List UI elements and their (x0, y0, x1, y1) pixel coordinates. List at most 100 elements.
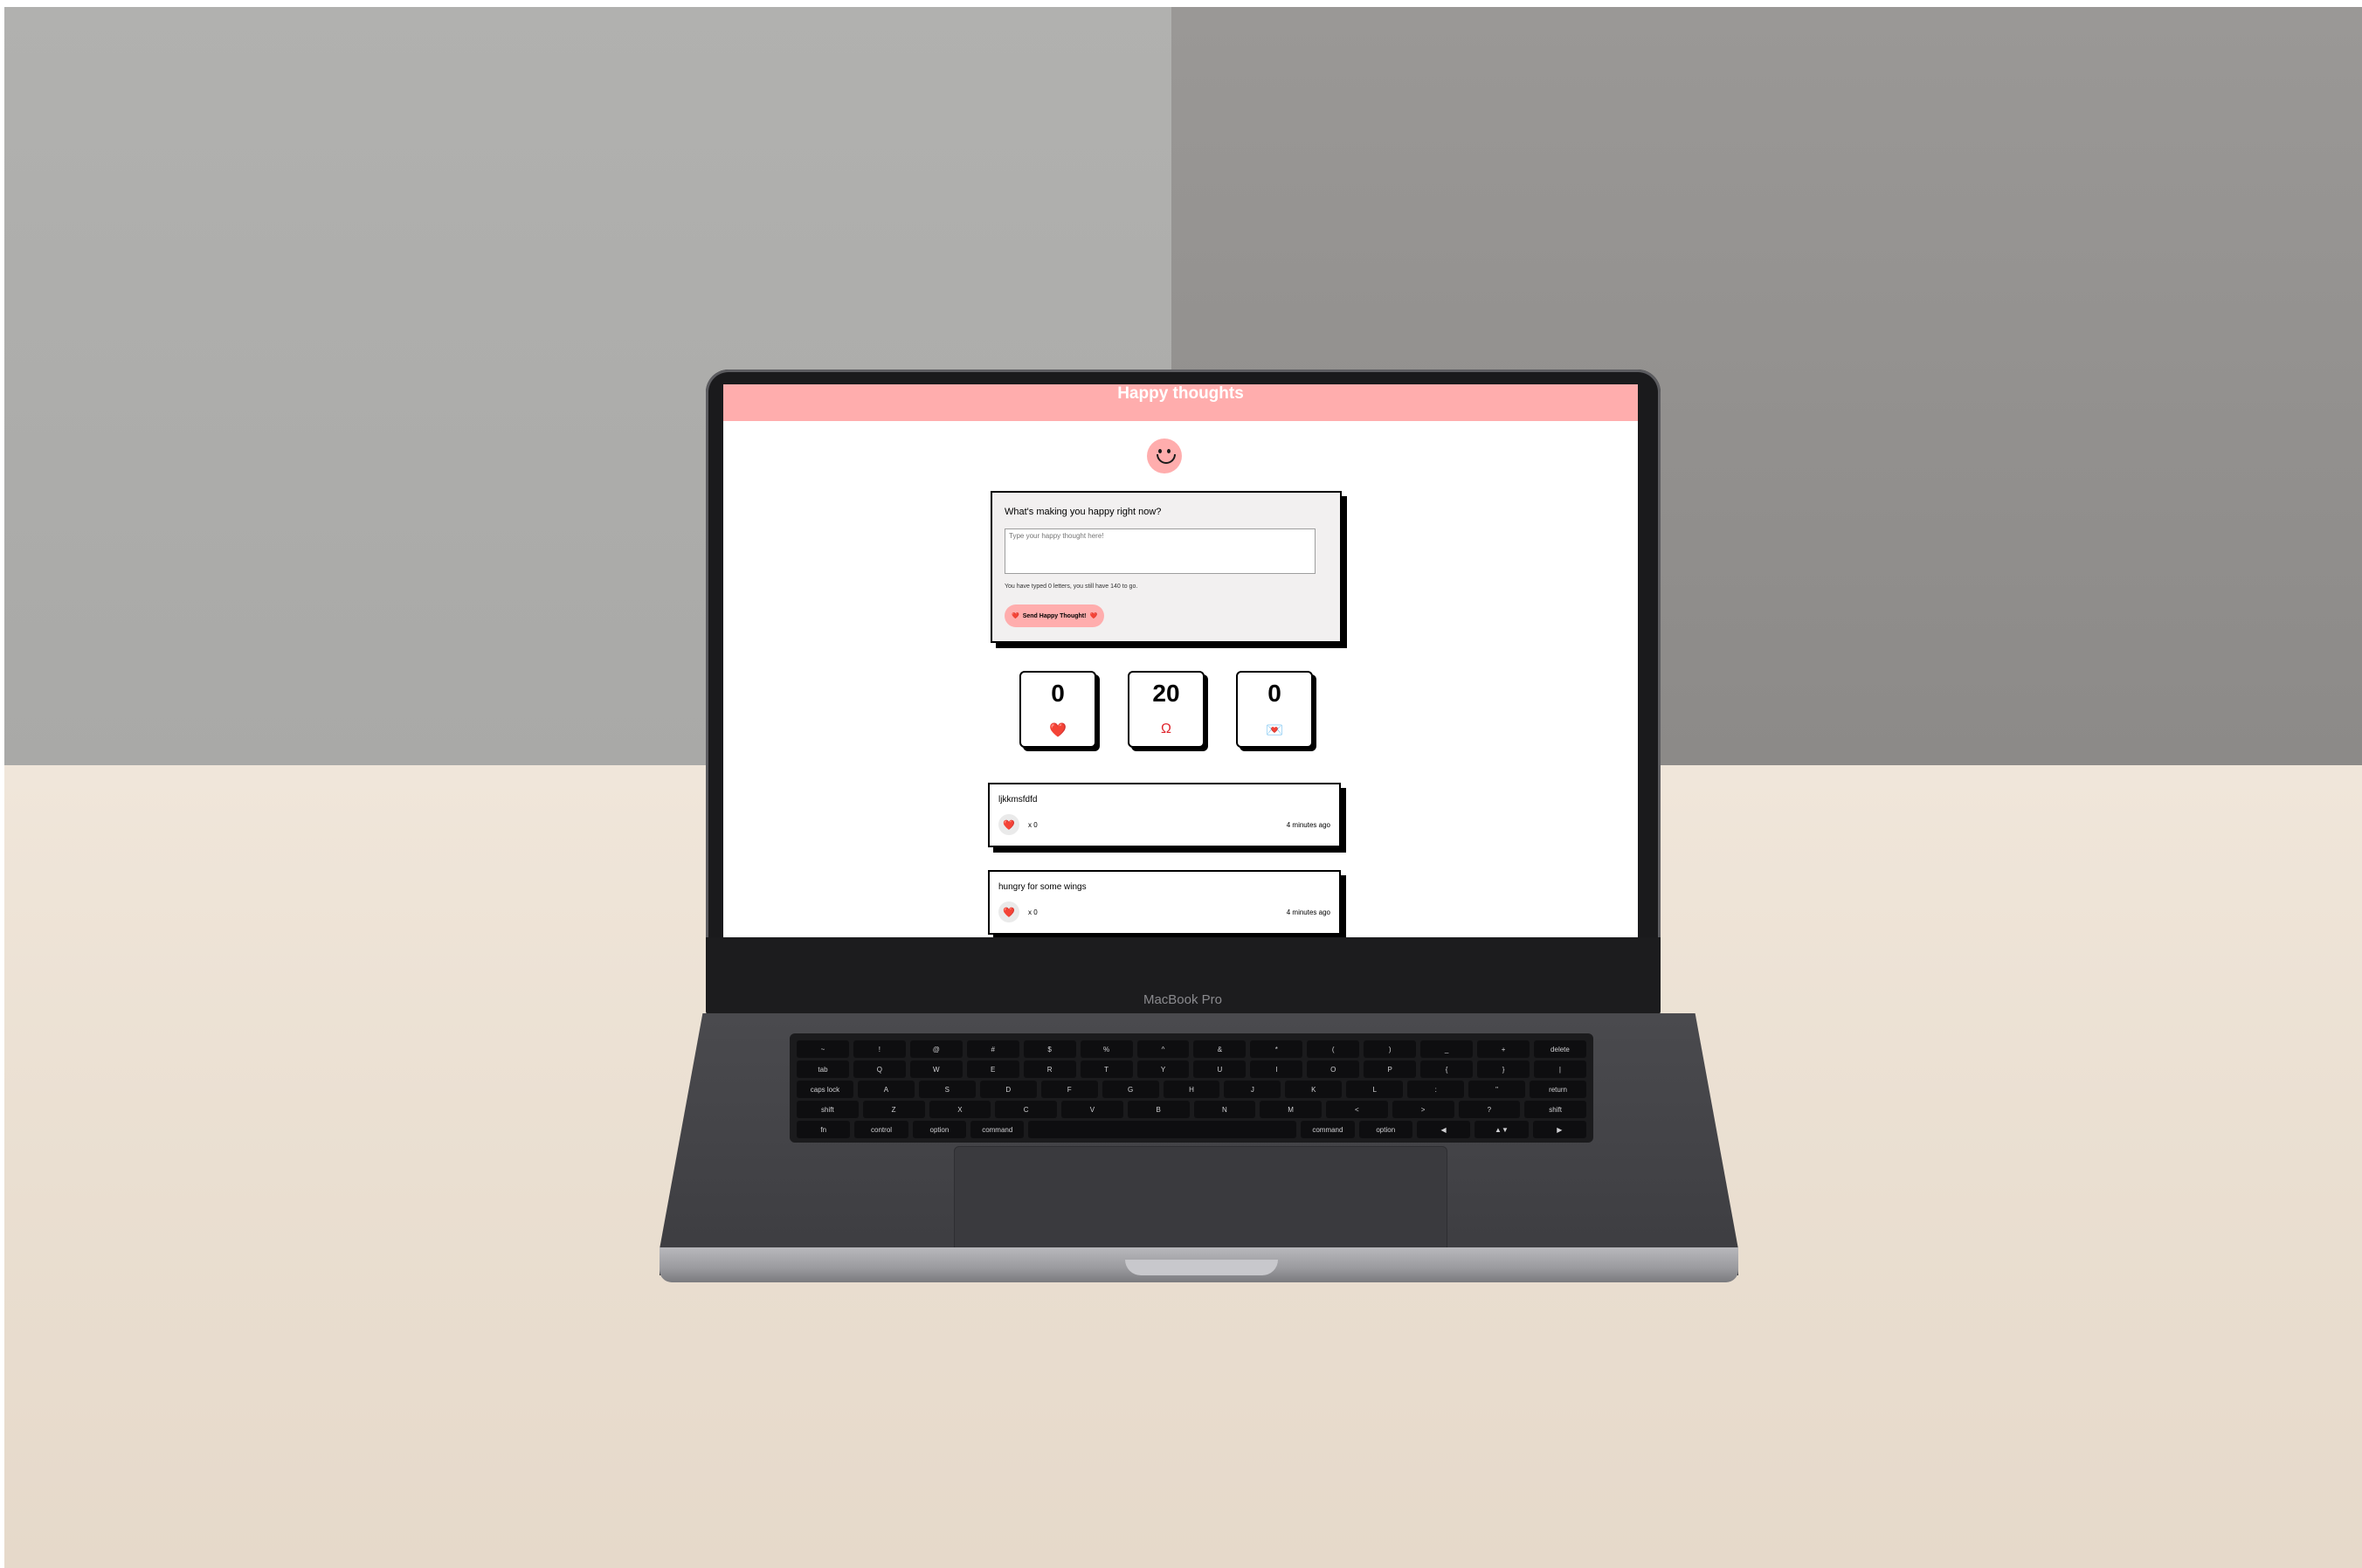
keyboard-key: option (1358, 1121, 1412, 1138)
keyboard-key: % (1080, 1040, 1133, 1058)
keyboard-key: K (1285, 1081, 1343, 1098)
keyboard-key: < (1326, 1101, 1388, 1118)
keyboard-key: X (929, 1101, 991, 1118)
keyboard-key: option (912, 1121, 967, 1138)
keyboard-key: Z (862, 1101, 925, 1118)
keyboard-key: M (1260, 1101, 1322, 1118)
keyboard-key: J (1224, 1081, 1281, 1098)
thought-card: ljkkmsfdfd ❤️ x 0 4 minutes ago (988, 783, 1341, 847)
stat-value: 0 (1051, 680, 1065, 707)
form-question: What's making you happy right now? (1005, 507, 1162, 517)
desk-scene: Happy thoughts What's making you happy r… (0, 0, 2362, 1568)
like-count: x 0 (1028, 908, 1038, 916)
character-counter: You have typed 0 letters, you still have… (1005, 584, 1138, 590)
send-thought-button[interactable]: ❤️ Send Happy Thought! ❤️ (1005, 604, 1105, 627)
keyboard-key: } (1477, 1060, 1530, 1078)
app-title: Happy thoughts (1117, 384, 1244, 403)
keyboard-key: F (1040, 1081, 1098, 1098)
keyboard-key: shift (797, 1101, 859, 1118)
keyboard-key: O (1307, 1060, 1360, 1078)
keyboard-key: ( (1307, 1040, 1360, 1058)
keyboard-key: E (966, 1060, 1019, 1078)
keyboard-key: shift (1524, 1101, 1586, 1118)
keyboard-row: shift Z X C V B N M < >? shift (797, 1101, 1586, 1118)
keyboard-key: _ (1420, 1040, 1474, 1058)
heart-icon: ❤️ (1049, 723, 1067, 738)
like-button[interactable]: ❤️ (998, 901, 1019, 922)
keyboard-key: & (1193, 1040, 1247, 1058)
like-button[interactable]: ❤️ (998, 814, 1019, 835)
thought-message: hungry for some wings (998, 882, 1087, 892)
keyboard-key: Y (1136, 1060, 1190, 1078)
keyboard-key: delete (1533, 1040, 1586, 1058)
keyboard-key: : (1407, 1081, 1465, 1098)
keyboard-key: > (1392, 1101, 1454, 1118)
keyboard-row: caps lock A S D F G H J K L: " return (797, 1081, 1586, 1098)
keyboard-key: return (1530, 1081, 1586, 1098)
keyboard-key: G (1102, 1081, 1159, 1098)
keyboard-key: D (979, 1081, 1037, 1098)
keyboard-key: * (1250, 1040, 1303, 1058)
keyboard-key: N (1193, 1101, 1256, 1118)
keyboard-key: control (854, 1121, 908, 1138)
thought-time: 4 minutes ago (1286, 908, 1330, 916)
like-count: x 0 (1028, 821, 1038, 829)
keyboard-key: ? (1458, 1101, 1521, 1118)
smiley-eye-left (1158, 449, 1162, 453)
keyboard-key: H (1163, 1081, 1220, 1098)
keyboard-key: " (1468, 1081, 1526, 1098)
keyboard-key: T (1080, 1060, 1133, 1078)
refresh-icon: Ω (1161, 722, 1171, 736)
heart-icon: ❤️ (1089, 613, 1098, 619)
keyboard-key: @ (909, 1040, 963, 1058)
keyboard-row: ~! @ # $% ^ & *() _ + delete (797, 1040, 1586, 1058)
keyboard-key: S (918, 1081, 976, 1098)
keyboard-key: U (1193, 1060, 1247, 1078)
keyboard-key: P (1364, 1060, 1417, 1078)
keyboard-row: tab Q W E R T Y U I O P{} | (797, 1060, 1586, 1078)
keyboard-key: ~ (797, 1040, 849, 1058)
keyboard-key (1028, 1121, 1297, 1138)
keyboard-key: R (1023, 1060, 1076, 1078)
keyboard-key: L (1346, 1081, 1404, 1098)
keyboard-key: ! (853, 1040, 906, 1058)
app-header: Happy thoughts (723, 384, 1638, 421)
stat-card-messages: 0 💌 (1236, 671, 1313, 748)
keyboard-key: Q (853, 1060, 906, 1078)
keyboard-key: fn (797, 1121, 851, 1138)
keyboard-key: I (1250, 1060, 1303, 1078)
keyboard-key: $ (1023, 1040, 1076, 1058)
keyboard-row: fn control option command command option ◀ ▲▼ ▶ (797, 1121, 1587, 1138)
keyboard-key: ^ (1136, 1040, 1190, 1058)
keyboard-key: | (1533, 1060, 1586, 1078)
stat-value: 0 (1267, 680, 1281, 707)
thought-message: ljkkmsfdfd (998, 795, 1038, 805)
heart-icon: ❤️ (1003, 819, 1015, 831)
keyboard-key: C (995, 1101, 1057, 1118)
smiley-icon (1147, 439, 1182, 473)
thought-input[interactable] (1005, 528, 1316, 574)
laptop-brand-label: MacBook Pro (1143, 992, 1223, 1007)
keyboard-key: { (1420, 1060, 1474, 1078)
keyboard-key: command (970, 1121, 1025, 1138)
keyboard-key: ▲▼ (1475, 1121, 1529, 1138)
stat-value: 20 (1152, 680, 1180, 707)
smiley-eye-right (1167, 449, 1171, 453)
keyboard-key: + (1477, 1040, 1530, 1058)
keyboard-key: A (857, 1081, 915, 1098)
keyboard-key: ◀ (1416, 1121, 1471, 1138)
keyboard-key: tab (797, 1060, 849, 1078)
stat-card-total: 20 Ω (1128, 671, 1205, 748)
keyboard-key: command (1301, 1121, 1355, 1138)
send-button-label: Send Happy Thought! (1022, 612, 1087, 619)
heart-icon: ❤️ (1003, 907, 1015, 918)
keyboard-key: # (966, 1040, 1019, 1058)
smiley-mouth (1157, 454, 1176, 464)
stat-card-hearts: 0 ❤️ (1019, 671, 1096, 748)
keyboard-key: ▶ (1532, 1121, 1587, 1138)
trackpad (954, 1146, 1447, 1258)
keyboard-key: ) (1364, 1040, 1417, 1058)
keyboard-key: B (1127, 1101, 1190, 1118)
keyboard: ~! @ # $% ^ & *() _ + delete tab Q W E R T Y U I O P{} | cap… (790, 1033, 1593, 1143)
thought-time: 4 minutes ago (1286, 821, 1330, 829)
